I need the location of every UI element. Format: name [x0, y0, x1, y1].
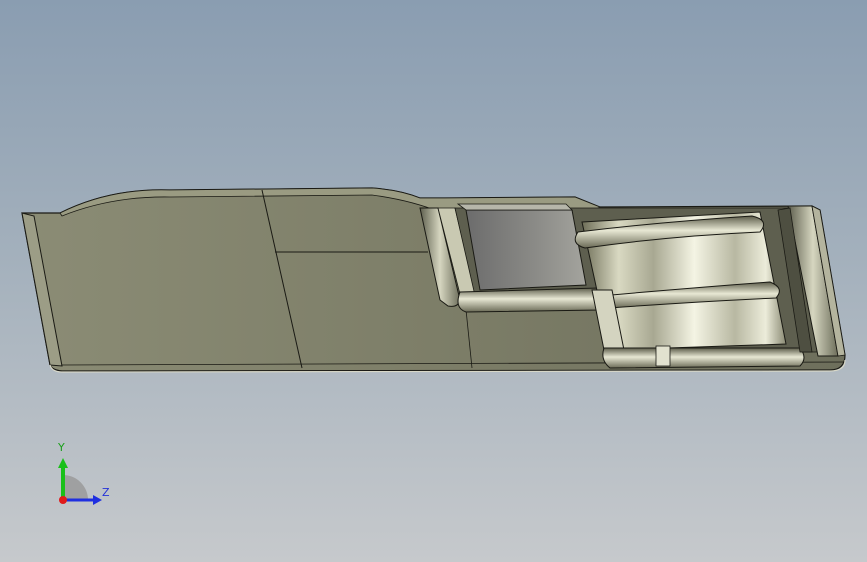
slider-block — [465, 209, 587, 291]
model-part[interactable] — [0, 0, 867, 562]
graphics-viewport[interactable]: Y Z — [0, 0, 867, 562]
orientation-triad: Y Z — [48, 440, 118, 510]
y-axis-label: Y — [58, 441, 65, 454]
z-axis-label: Z — [102, 486, 110, 499]
